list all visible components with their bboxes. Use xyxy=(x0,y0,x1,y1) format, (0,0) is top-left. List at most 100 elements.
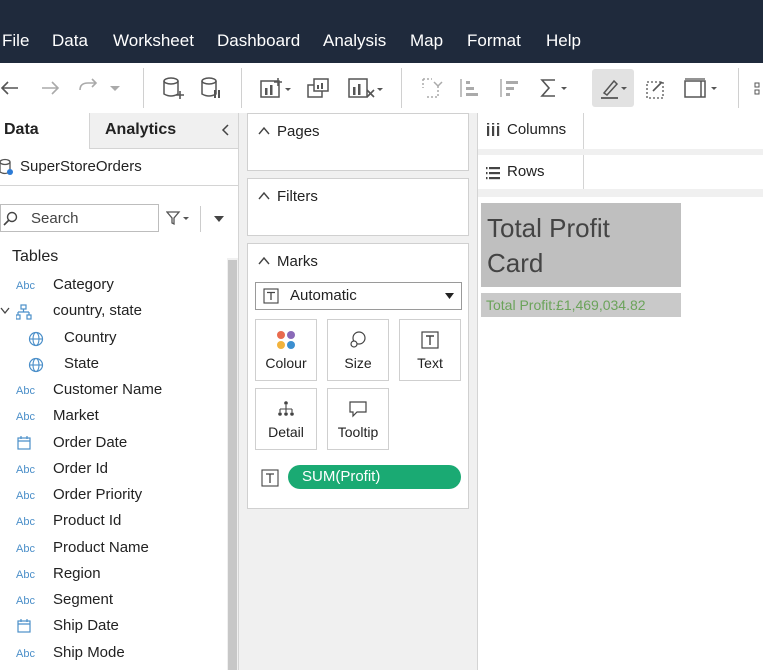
menu-data[interactable]: Data xyxy=(52,31,88,51)
field-hierarchy-country-state[interactable]: country, state xyxy=(0,300,226,324)
view-pane: Columns Rows Total Profit Card Total Pro… xyxy=(478,113,763,670)
field-order-date[interactable]: Order Date xyxy=(0,432,226,456)
chevron-down-icon[interactable] xyxy=(108,75,122,101)
rows-shelf[interactable]: Rows xyxy=(478,155,763,190)
search-input[interactable]: Search xyxy=(0,204,159,232)
field-label: Product Name xyxy=(53,539,149,556)
show-labels-icon[interactable] xyxy=(682,75,720,101)
field-ship-date[interactable]: Ship Date xyxy=(0,615,226,639)
sheet-title: Total Profit Card xyxy=(481,203,681,287)
string-type-icon: Abc xyxy=(16,464,35,476)
filter-icon[interactable] xyxy=(166,210,192,226)
pages-title: Pages xyxy=(277,123,320,140)
colour-icon xyxy=(277,331,295,349)
field-label: Ship Date xyxy=(53,617,119,634)
string-type-icon: Abc xyxy=(16,516,35,528)
tab-analytics-label: Analytics xyxy=(105,121,177,138)
field-label: Ship Mode xyxy=(53,644,125,661)
text-button[interactable]: Text xyxy=(399,319,461,381)
size-button[interactable]: Size xyxy=(327,319,389,381)
menu-file[interactable]: File xyxy=(2,31,29,51)
string-type-icon: Abc xyxy=(16,385,35,397)
field-state[interactable]: State xyxy=(0,353,226,377)
mark-type-dropdown[interactable]: Automatic xyxy=(255,282,462,310)
tab-analytics[interactable]: Analytics xyxy=(89,113,238,149)
field-segment[interactable]: Abc Segment xyxy=(0,589,226,613)
text-encoding-icon xyxy=(261,469,279,487)
field-product-name[interactable]: Abc Product Name xyxy=(0,537,226,561)
menu-format[interactable]: Format xyxy=(467,31,521,51)
pause-datasource-icon[interactable] xyxy=(198,75,224,101)
menu-analysis[interactable]: Analysis xyxy=(323,31,386,51)
tooltip-button[interactable]: Tooltip xyxy=(327,388,389,450)
field-customer-name[interactable]: Abc Customer Name xyxy=(0,379,226,403)
menu-dashboard[interactable]: Dashboard xyxy=(217,31,300,51)
field-market[interactable]: Abc Market xyxy=(0,405,226,429)
collapse-chevron-icon[interactable] xyxy=(258,191,270,201)
pages-card[interactable]: Pages xyxy=(247,113,469,171)
string-type-icon: Abc xyxy=(16,543,35,555)
new-worksheet-icon[interactable] xyxy=(258,75,292,101)
columns-shelf[interactable]: Columns xyxy=(478,113,763,150)
string-type-icon: Abc xyxy=(16,490,35,502)
profit-card-text: Total Profit:£1,469,034.82 xyxy=(486,297,646,313)
duplicate-sheet-icon[interactable] xyxy=(306,75,332,101)
field-region[interactable]: Abc Region xyxy=(0,563,226,587)
scrollbar-thumb[interactable] xyxy=(228,260,237,670)
menu-worksheet[interactable]: Worksheet xyxy=(113,31,194,51)
sort-descending-icon[interactable] xyxy=(496,75,522,101)
field-ship-mode[interactable]: Abc Ship Mode xyxy=(0,642,226,666)
highlight-icon[interactable] xyxy=(598,75,630,101)
sort-ascending-icon[interactable] xyxy=(456,75,482,101)
rows-label: Rows xyxy=(507,163,545,180)
clear-sheet-icon[interactable] xyxy=(346,75,384,101)
mark-type-value: Automatic xyxy=(290,287,357,304)
field-label: Order Date xyxy=(53,434,128,451)
redo-icon[interactable] xyxy=(38,75,64,101)
menu-help[interactable]: Help xyxy=(546,31,581,51)
field-label: Customer Name xyxy=(53,381,163,398)
sum-profit-pill-label: SUM(Profit) xyxy=(302,468,381,485)
more-tools-icon[interactable] xyxy=(752,75,763,101)
field-label: Product Id xyxy=(53,512,122,529)
field-label: Country xyxy=(64,329,117,346)
colour-label: Colour xyxy=(265,355,307,371)
replay-icon[interactable] xyxy=(76,75,102,101)
collapse-chevron-icon[interactable] xyxy=(258,256,270,266)
pane-menu-chevron-icon[interactable] xyxy=(213,214,225,224)
totals-icon[interactable] xyxy=(537,75,569,101)
dropdown-chevron-icon xyxy=(445,293,454,299)
size-icon xyxy=(350,331,366,348)
field-country[interactable]: Country xyxy=(0,327,226,351)
tab-data-label: Data xyxy=(4,121,39,138)
globe-icon xyxy=(28,357,44,373)
field-label: State xyxy=(64,355,100,372)
tab-data[interactable]: Data xyxy=(0,113,89,149)
colour-button[interactable]: Colour xyxy=(255,319,317,381)
field-order-priority[interactable]: Abc Order Priority xyxy=(0,484,226,508)
undo-icon[interactable] xyxy=(0,75,26,101)
collapse-chevron-icon[interactable] xyxy=(258,126,270,136)
sum-profit-pill[interactable]: SUM(Profit) xyxy=(288,465,461,489)
field-label: Market xyxy=(53,407,99,424)
tooltip-icon xyxy=(349,401,367,418)
search-icon xyxy=(3,211,18,226)
chevron-left-icon[interactable] xyxy=(220,123,230,137)
field-label: Order Priority xyxy=(53,486,143,503)
menu-map[interactable]: Map xyxy=(410,31,443,51)
search-placeholder: Search xyxy=(31,210,79,227)
filters-title: Filters xyxy=(277,188,318,205)
menu-bar: File Data Worksheet Dashboard Analysis M… xyxy=(0,0,763,63)
new-datasource-icon[interactable] xyxy=(160,75,186,101)
datasource-row[interactable]: SuperStoreOrders xyxy=(0,149,238,186)
detail-button[interactable]: Detail xyxy=(255,388,317,450)
field-product-id[interactable]: Abc Product Id xyxy=(0,510,226,534)
expand-chevron-icon[interactable] xyxy=(0,307,10,315)
field-order-id[interactable]: Abc Order Id xyxy=(0,458,226,482)
toolbar xyxy=(0,63,763,114)
field-category[interactable]: Abc Category xyxy=(0,274,226,298)
filters-card[interactable]: Filters xyxy=(247,178,469,236)
group-members-icon[interactable] xyxy=(644,75,670,101)
swap-rows-columns-icon[interactable] xyxy=(418,75,444,101)
calendar-icon xyxy=(17,436,31,450)
